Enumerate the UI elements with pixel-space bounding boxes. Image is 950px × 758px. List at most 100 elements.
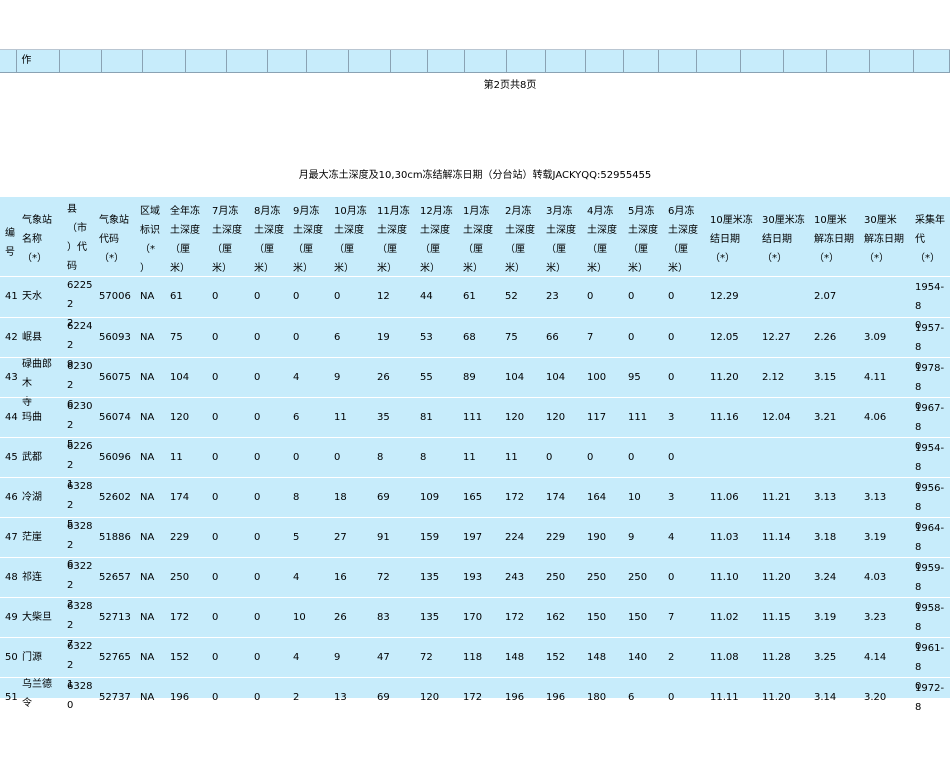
cell-annual: 174	[170, 492, 190, 503]
cell-annual: 196	[170, 692, 190, 703]
top-row-cell	[741, 50, 784, 72]
cell-apr: 164	[587, 492, 607, 503]
cell-no: 51	[5, 692, 18, 703]
cell-apr: 100	[587, 372, 607, 383]
cell-oct: 9	[334, 372, 341, 383]
cell-jan: 165	[463, 492, 483, 503]
column-header-t10: 10厘米 解冻日期 （*）	[814, 215, 854, 264]
cell-mar: 120	[546, 412, 566, 423]
cell-f10: 11.02	[710, 612, 739, 623]
column-header-mar: 3月冻 土深度 （厘 米）	[546, 206, 576, 274]
cell-may: 6	[628, 692, 635, 703]
cell-mar: 66	[546, 332, 559, 343]
column-header-oct: 10月冻 土深度 （厘 米）	[334, 206, 367, 274]
table-row: 47 茫崖 6328 2 6 51886 NA 229 0 0 5 27 91 159 197 224 22…	[0, 517, 950, 572]
cell-t10: 3.14	[814, 692, 837, 703]
cell-f30: 11.20	[762, 692, 791, 703]
cell-dec: 109	[420, 492, 440, 503]
cell-jul: 0	[212, 572, 219, 583]
cell-f30: 12.27	[762, 332, 791, 343]
cell-no: 44	[5, 412, 18, 423]
cell-no: 46	[5, 492, 18, 503]
cell-oct: 0	[334, 452, 341, 463]
cell-nov: 35	[377, 412, 390, 423]
page-indicator: 第2页共8页	[483, 80, 537, 91]
cell-jan: 193	[463, 572, 483, 583]
top-row-cell: 作	[17, 50, 60, 72]
cell-feb: 243	[505, 572, 525, 583]
cell-dec: 135	[420, 612, 440, 623]
cell-jan: 61	[463, 291, 476, 302]
top-row-cell	[586, 50, 624, 72]
cell-t30: 4.03	[864, 572, 887, 583]
top-row-cell	[391, 50, 429, 72]
cell-jul: 0	[212, 452, 219, 463]
cell-oct: 11	[334, 412, 347, 423]
top-row-cell	[659, 50, 698, 72]
cell-apr: 250	[587, 572, 607, 583]
column-header-name: 气象站 名称 （*）	[22, 215, 52, 264]
cell-region: NA	[140, 532, 155, 543]
cell-t10: 3.24	[814, 572, 837, 583]
cell-feb: 172	[505, 612, 525, 623]
cell-region: NA	[140, 692, 155, 703]
cell-oct: 18	[334, 492, 347, 503]
cell-jan: 68	[463, 332, 476, 343]
cell-feb: 11	[505, 452, 518, 463]
cell-t10: 3.25	[814, 652, 837, 663]
cell-dec: 81	[420, 412, 433, 423]
cell-sep: 2	[293, 692, 300, 703]
table-caption: 月最大冻土深度及10,30cm冻结解冻日期（分台站）转载JACKYQQ:5295…	[298, 170, 652, 181]
cell-name: 冷湖	[22, 492, 42, 503]
cell-f30: 11.15	[762, 612, 791, 623]
cell-oct: 26	[334, 612, 347, 623]
cell-t30: 3.09	[864, 332, 887, 343]
table-row: 42 岷县 6224 2 9 56093 NA 75 0 0 0 6 19 53 68 75 66 7 0 0 12…	[0, 317, 950, 372]
top-row-cell	[507, 50, 547, 72]
table-row: 44 玛曲 6230 2 5 56074 NA 120 0 0 6 11 35 81 111 120 120…	[0, 397, 950, 452]
cell-mar: 23	[546, 291, 559, 302]
cell-jan: 118	[463, 652, 483, 663]
cell-aug: 0	[254, 372, 261, 383]
cell-name: 茫崖	[22, 532, 42, 543]
column-header-feb: 2月冻 土深度 （厘 米）	[505, 206, 535, 274]
cell-jun: 7	[668, 612, 675, 623]
cell-sep: 0	[293, 291, 300, 302]
cell-sep: 4	[293, 372, 300, 383]
cell-f10: 11.03	[710, 532, 739, 543]
cell-code: 52657	[99, 572, 131, 583]
cell-t10: 3.21	[814, 412, 837, 423]
cell-code: 56074	[99, 412, 131, 423]
cell-oct: 16	[334, 572, 347, 583]
cell-t10: 3.19	[814, 612, 837, 623]
cell-apr: 117	[587, 412, 607, 423]
cell-may: 9	[628, 532, 635, 543]
cell-t30: 4.14	[864, 652, 887, 663]
cell-jun: 0	[668, 332, 675, 343]
cell-jun: 3	[668, 492, 675, 503]
cell-name: 玛曲	[22, 412, 42, 423]
cell-may: 0	[628, 291, 635, 302]
cell-t10: 2.26	[814, 332, 837, 343]
column-header-jul: 7月冻 土深度 （厘 米）	[212, 206, 242, 274]
cell-may: 140	[628, 652, 648, 663]
cell-code: 52737	[99, 692, 131, 703]
cell-dec: 44	[420, 291, 433, 302]
cell-feb: 120	[505, 412, 525, 423]
cell-nov: 72	[377, 572, 390, 583]
cell-code: 52765	[99, 652, 131, 663]
cell-f10: 11.16	[710, 412, 739, 423]
cell-aug: 0	[254, 612, 261, 623]
cell-code: 51886	[99, 532, 131, 543]
cell-jul: 0	[212, 412, 219, 423]
column-header-jan: 1月冻 土深度 （厘 米）	[463, 206, 493, 274]
cell-dec: 135	[420, 572, 440, 583]
cell-jun: 0	[668, 372, 675, 383]
top-row-cell	[870, 50, 914, 72]
cell-jul: 0	[212, 612, 219, 623]
cell-apr: 180	[587, 692, 607, 703]
cell-annual: 11	[170, 452, 183, 463]
cell-code: 52602	[99, 492, 131, 503]
cell-no: 50	[5, 652, 18, 663]
cell-jan: 172	[463, 692, 483, 703]
